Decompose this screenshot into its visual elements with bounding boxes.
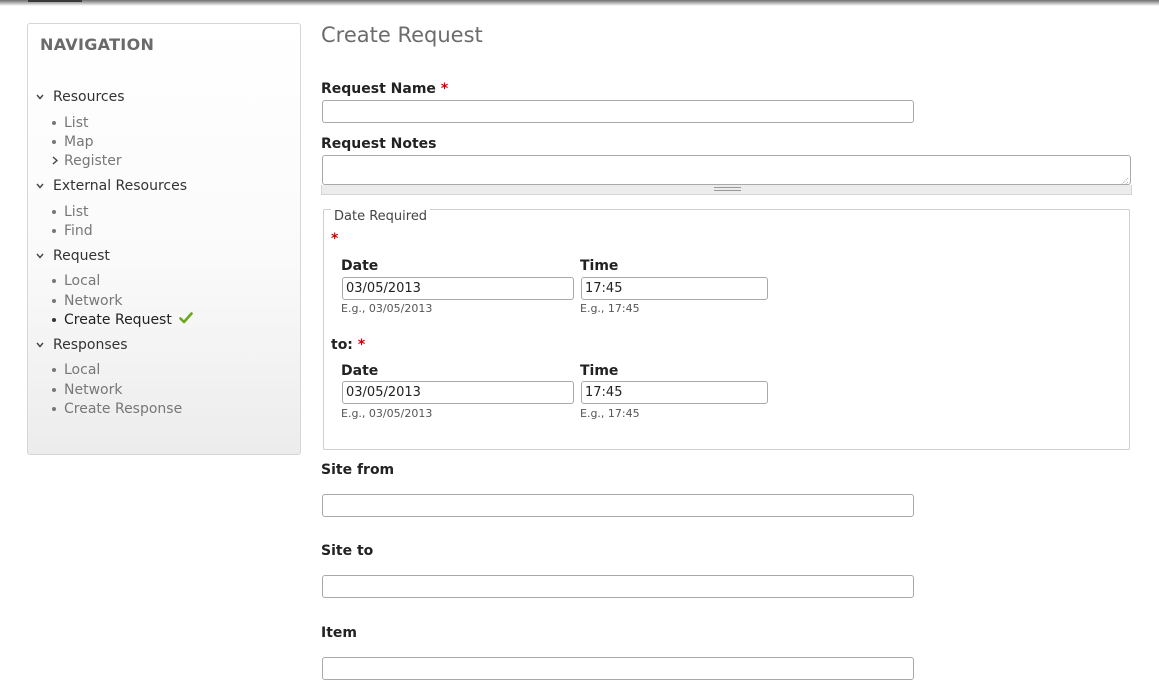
chevron-right-icon <box>52 153 59 169</box>
required-marker: * <box>357 337 366 353</box>
nav-group-head-request[interactable]: Request <box>36 247 110 265</box>
chevron-down-icon <box>36 93 44 101</box>
chevron-down-icon <box>36 341 44 349</box>
nav-group-label: Resources <box>53 89 125 105</box>
item-label: Item <box>321 625 357 641</box>
nav-item-resources-map[interactable]: Map <box>52 133 94 151</box>
nav-item-label: List <box>64 115 89 131</box>
site-from-input[interactable] <box>322 494 914 517</box>
nav-item-label: Map <box>64 134 94 150</box>
site-to-input[interactable] <box>322 575 914 598</box>
nav-item-label: Network <box>64 382 123 398</box>
nav-item-label: Local <box>64 273 101 289</box>
to-time-label: Time <box>580 363 619 379</box>
to-label: to: * <box>331 337 365 353</box>
from-time-input[interactable] <box>581 277 768 300</box>
nav-item-label: Local <box>64 362 101 378</box>
nav-item-label: Create Response <box>64 401 183 417</box>
bullet-icon <box>52 368 56 372</box>
to-date-label: Date <box>341 363 379 379</box>
nav-item-label: List <box>64 204 89 220</box>
request-name-label-text: Request Name <box>321 81 436 97</box>
nav-item-label: Find <box>64 223 93 239</box>
nav-item-request-local[interactable]: Local <box>52 272 100 290</box>
date-required-legend: Date Required <box>331 209 431 224</box>
request-notes-textarea[interactable] <box>322 155 1131 185</box>
grip-icon <box>714 187 741 191</box>
bullet-icon <box>52 229 56 233</box>
nav-item-responses-network[interactable]: Network <box>52 381 122 399</box>
bullet-icon <box>52 121 56 125</box>
nav-item-label: Create Request <box>64 312 172 328</box>
from-date-input[interactable] <box>342 277 574 300</box>
from-time-hint: E.g., 17:45 <box>580 302 640 315</box>
bullet-icon <box>52 299 56 303</box>
site-to-label: Site to <box>321 543 374 559</box>
site-from-label: Site from <box>321 462 395 478</box>
to-label-text: to: <box>331 337 353 353</box>
bullet-icon <box>52 279 56 283</box>
from-date-label: Date <box>341 258 379 274</box>
request-name-label: Request Name * <box>321 81 448 97</box>
bullet-icon <box>52 140 56 144</box>
nav-group-head-resources[interactable]: Resources <box>36 88 125 106</box>
nav-item-create-response[interactable]: Create Response <box>52 400 182 418</box>
from-time-label: Time <box>580 258 619 274</box>
required-marker: * <box>440 81 449 97</box>
to-time-input[interactable] <box>581 381 768 404</box>
nav-group-label: External Resources <box>53 178 188 194</box>
nav-group-label: Request <box>53 248 110 264</box>
required-marker: * <box>331 231 339 247</box>
to-date-hint: E.g., 03/05/2013 <box>341 407 433 420</box>
nav-item-external-find[interactable]: Find <box>52 222 93 240</box>
navigation-panel: NAVIGATION Resources List Map Register E… <box>27 23 301 455</box>
checkmark-icon <box>179 312 193 328</box>
nav-group-label: Responses <box>53 337 128 353</box>
nav-group-head-external-resources[interactable]: External Resources <box>36 177 187 195</box>
top-shadow <box>0 0 1159 6</box>
chevron-down-icon <box>36 252 44 260</box>
bullet-icon <box>52 388 56 392</box>
date-required-fieldset <box>323 209 1130 450</box>
nav-item-request-network[interactable]: Network <box>52 292 122 310</box>
item-input[interactable] <box>322 657 914 680</box>
bullet-icon <box>52 407 56 411</box>
chevron-down-icon <box>36 182 44 190</box>
nav-item-resources-list[interactable]: List <box>52 114 88 132</box>
to-time-hint: E.g., 17:45 <box>580 407 640 420</box>
nav-item-responses-local[interactable]: Local <box>52 361 100 379</box>
to-date-input[interactable] <box>342 381 574 404</box>
nav-item-label: Register <box>64 153 122 169</box>
textarea-resize-grip[interactable] <box>321 185 1132 195</box>
bullet-icon <box>52 318 56 322</box>
nav-group-head-responses[interactable]: Responses <box>36 336 128 354</box>
nav-item-resources-register[interactable]: Register <box>52 152 122 170</box>
navigation-title: NAVIGATION <box>40 35 155 54</box>
request-name-input[interactable] <box>322 100 914 123</box>
request-notes-label: Request Notes <box>321 136 437 152</box>
page-title: Create Request <box>321 23 483 47</box>
bullet-icon <box>52 210 56 214</box>
resize-corner-icon[interactable] <box>1118 172 1129 187</box>
nav-item-create-request[interactable]: Create Request <box>52 311 193 329</box>
nav-item-external-list[interactable]: List <box>52 203 88 221</box>
from-date-hint: E.g., 03/05/2013 <box>341 302 433 315</box>
nav-item-label: Network <box>64 293 123 309</box>
top-tab-indicator <box>28 0 82 2</box>
